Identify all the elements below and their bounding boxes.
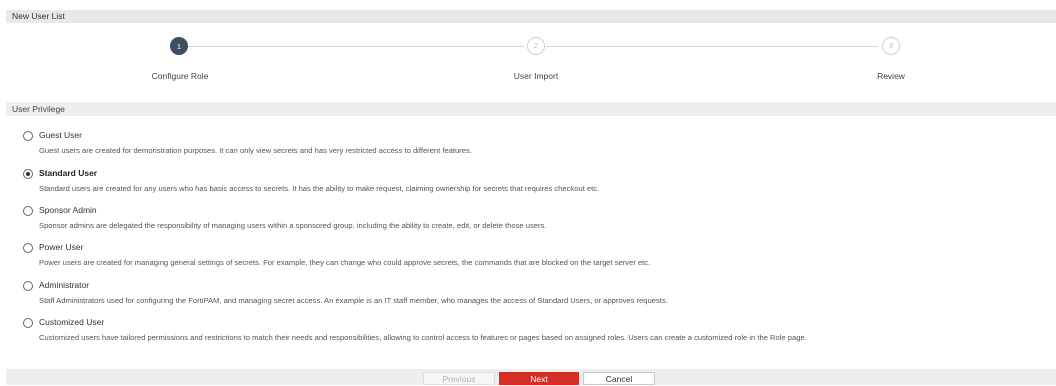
radio-standard-user[interactable]	[23, 169, 33, 179]
option-title[interactable]: Power User	[39, 242, 83, 252]
wizard-footer: Previous Next Cancel	[6, 369, 1056, 385]
previous-button[interactable]: Previous	[423, 372, 495, 385]
step-1-label: Configure Role	[151, 71, 209, 81]
wizard-stepper: 1 2 3 Configure Role User Import Review	[0, 30, 1056, 90]
step-2-number: 2	[533, 41, 539, 50]
step-1-number: 1	[176, 42, 182, 51]
option-title[interactable]: Administrator	[39, 280, 89, 290]
option-title[interactable]: Sponsor Admin	[39, 205, 97, 215]
cancel-button[interactable]: Cancel	[583, 372, 655, 385]
option-title[interactable]: Standard User	[39, 168, 97, 178]
section-title: User Privilege	[12, 104, 65, 114]
section-header-user-privilege: User Privilege	[6, 102, 1056, 116]
next-button[interactable]: Next	[499, 372, 579, 385]
window-title: New User List	[12, 11, 65, 21]
option-description: Sponsor admins are delegated the respons…	[39, 221, 547, 230]
radio-sponsor-admin[interactable]	[23, 206, 33, 216]
window-title-bar: New User List	[6, 10, 1056, 23]
option-title[interactable]: Customized User	[39, 317, 104, 327]
step-3-number: 3	[888, 41, 894, 50]
option-description: Customized users have tailored permissio…	[39, 333, 807, 342]
stepper-connector-1	[188, 46, 524, 47]
step-1-indicator: 1	[170, 37, 188, 55]
option-description: Standard users are created for any users…	[39, 184, 600, 193]
stepper-connector-2	[546, 46, 878, 47]
option-description: Staff Administrators used for configurin…	[39, 296, 668, 305]
radio-guest-user[interactable]	[23, 131, 33, 141]
step-3-indicator: 3	[882, 37, 900, 55]
option-description: Power users are created for managing gen…	[39, 258, 651, 267]
step-2-label: User Import	[513, 71, 559, 81]
option-title[interactable]: Guest User	[39, 130, 82, 140]
radio-customized-user[interactable]	[23, 318, 33, 328]
radio-power-user[interactable]	[23, 243, 33, 253]
option-description: Guest users are created for demonstratio…	[39, 146, 472, 155]
step-2-indicator: 2	[527, 37, 545, 55]
step-3-label: Review	[877, 71, 905, 81]
radio-administrator[interactable]	[23, 281, 33, 291]
